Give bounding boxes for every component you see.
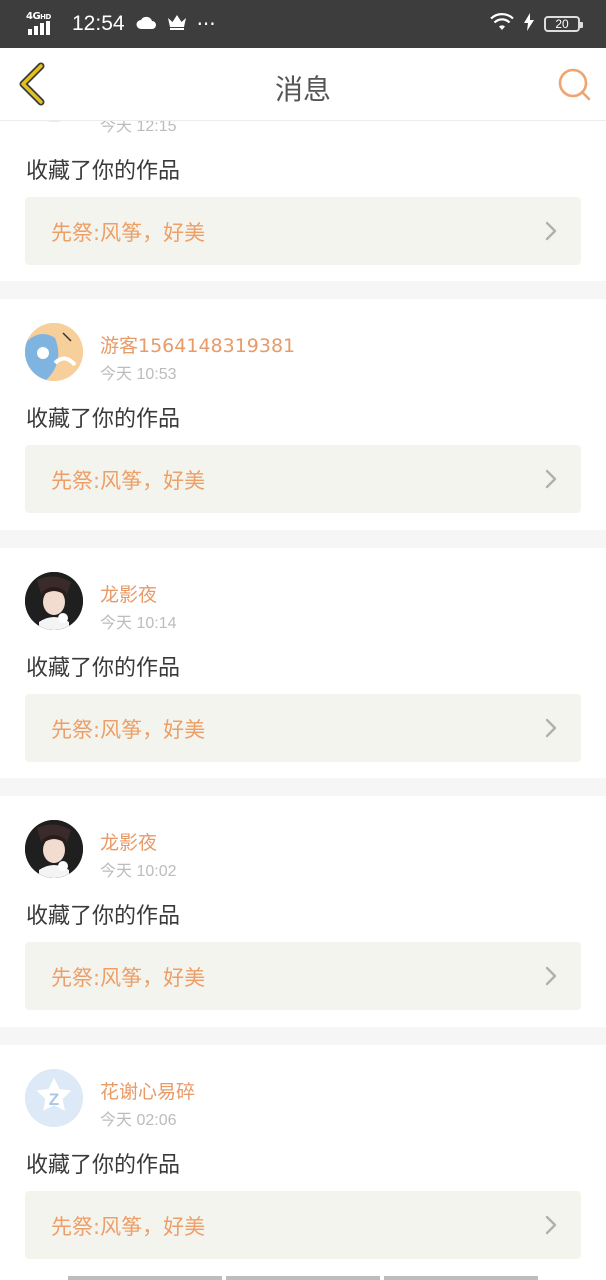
work-link[interactable]: 先祭:风筝，好美 — [25, 1191, 581, 1259]
avatar[interactable] — [25, 323, 83, 381]
message-username[interactable]: 花谢心易碎 — [100, 1077, 195, 1104]
network-suffix: HD — [40, 13, 51, 21]
chevron-right-icon — [545, 966, 557, 986]
status-bar: 4GHD 12:54 ··· 20 — [0, 0, 606, 48]
message-time: 今天 10:53 — [100, 366, 177, 383]
chevron-right-icon — [545, 718, 557, 738]
work-title: 先祭:风筝，好美 — [51, 469, 206, 493]
message-card[interactable]: 龙影夜 今天 10:02 收藏了你的作品 先祭:风筝，好美 — [0, 796, 606, 1027]
message-card[interactable]: 游客1564148319381 今天 10:53 收藏了你的作品 先祭:风筝，好… — [0, 299, 606, 530]
chevron-right-icon — [545, 469, 557, 489]
message-action: 收藏了你的作品 — [26, 1153, 181, 1178]
charging-icon — [524, 13, 534, 35]
message-time: 今天 10:02 — [100, 863, 177, 880]
status-right: 20 — [490, 10, 583, 38]
message-card[interactable]: 龙影夜 今天 10:14 收藏了你的作品 先祭:风筝，好美 — [0, 548, 606, 778]
status-left: 4GHD 12:54 ··· — [26, 10, 216, 38]
battery-icon: 20 — [544, 16, 583, 32]
work-link[interactable]: 先祭:风筝，好美 — [25, 942, 581, 1010]
svg-text:Z: Z — [49, 1090, 59, 1109]
chevron-right-icon — [545, 221, 557, 241]
search-button[interactable] — [556, 66, 592, 102]
page-title: 消息 — [274, 73, 331, 106]
work-link[interactable]: 先祭:风筝，好美 — [25, 197, 581, 265]
message-action: 收藏了你的作品 — [26, 407, 181, 432]
work-title: 先祭:风筝，好美 — [51, 718, 206, 742]
message-card[interactable]: Z 花谢心易碎 今天 02:06 收藏了你的作品 先祭:风筝，好美 — [0, 1045, 606, 1280]
message-username[interactable]: 龙影夜 — [100, 828, 157, 855]
message-card[interactable]: 今天 12:15 收藏了你的作品 先祭:风筝，好美 — [0, 121, 606, 281]
work-title: 先祭:风筝，好美 — [51, 1215, 206, 1239]
message-action: 收藏了你的作品 — [26, 904, 181, 929]
avatar[interactable] — [25, 820, 83, 878]
message-action: 收藏了你的作品 — [26, 656, 181, 681]
status-time: 12:54 — [72, 12, 125, 35]
work-link[interactable]: 先祭:风筝，好美 — [25, 694, 581, 762]
scroll-indicator — [68, 1276, 538, 1280]
chevron-right-icon — [545, 1215, 557, 1235]
more-dots-icon: ··· — [196, 12, 216, 36]
message-time: 今天 02:06 — [100, 1112, 177, 1129]
avatar[interactable] — [25, 572, 83, 630]
message-username[interactable]: 游客1564148319381 — [100, 331, 295, 358]
work-title: 先祭:风筝，好美 — [51, 221, 206, 245]
avatar[interactable]: Z — [25, 1069, 83, 1127]
avatar[interactable] — [25, 121, 83, 122]
wifi-icon — [490, 13, 514, 35]
crown-icon — [167, 14, 187, 34]
message-time: 今天 12:15 — [100, 121, 177, 135]
work-title: 先祭:风筝，好美 — [51, 966, 206, 990]
message-username[interactable]: 龙影夜 — [100, 580, 157, 607]
message-time: 今天 10:14 — [100, 615, 177, 632]
message-list[interactable]: 今天 12:15 收藏了你的作品 先祭:风筝，好美 游客156414831938… — [0, 121, 606, 1280]
message-action: 收藏了你的作品 — [26, 159, 181, 184]
work-link[interactable]: 先祭:风筝，好美 — [25, 445, 581, 513]
battery-level: 20 — [555, 17, 569, 31]
search-icon — [558, 68, 591, 101]
signal-icon: 4GHD — [26, 11, 56, 37]
header-bar: 消息 — [0, 48, 606, 121]
cloud-icon — [135, 14, 157, 34]
